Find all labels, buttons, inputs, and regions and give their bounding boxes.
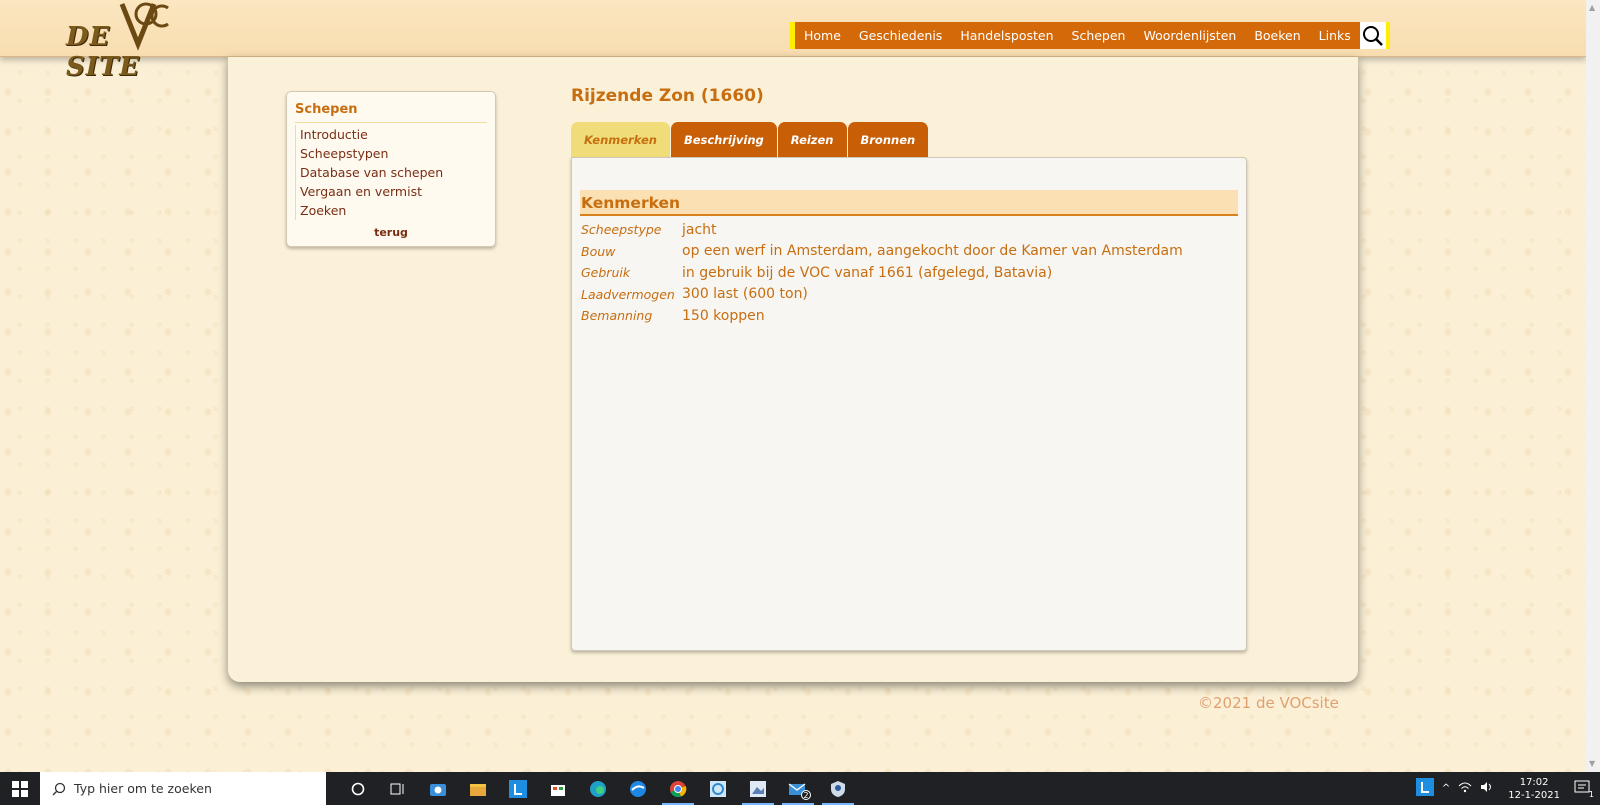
prop-row: Bemanning 150 koppen	[581, 305, 1183, 327]
logo-text: DESITE	[66, 22, 141, 82]
notification-center[interactable]: 1	[1574, 780, 1594, 799]
nav-geschiedenis[interactable]: Geschiedenis	[850, 22, 951, 49]
nav-boeken[interactable]: Boeken	[1245, 22, 1309, 49]
prop-label: Gebruik	[581, 265, 631, 281]
tab-beschrijving[interactable]: Beschrijving	[670, 122, 777, 157]
browser-icon	[630, 780, 646, 797]
copyright: ©2021 de VOCsite	[1198, 694, 1339, 712]
sidebar-item-database[interactable]: Database van schepen	[295, 163, 487, 182]
edge-icon	[590, 780, 606, 797]
internet-explorer-icon	[710, 780, 726, 797]
l-app-icon	[1415, 778, 1434, 796]
tab-kenmerken[interactable]: Kenmerken	[571, 122, 670, 157]
taskbar-search[interactable]: Typ hier om te zoeken	[40, 772, 326, 805]
taskbar-app-ie[interactable]	[698, 772, 738, 805]
volume-icon[interactable]	[1480, 781, 1494, 796]
prop-label: Bemanning	[581, 308, 653, 324]
windows-icon	[12, 780, 28, 797]
taskbar-clock[interactable]: 17:02 12-1-2021	[1508, 776, 1560, 802]
taskbar-app-photos[interactable]	[738, 772, 778, 805]
prop-row: Gebruik in gebruik bij de VOC vanaf 1661…	[581, 262, 1183, 284]
cortana-icon	[351, 782, 365, 795]
prop-label: Scheepstype	[581, 222, 662, 238]
task-view-button[interactable]	[378, 772, 418, 805]
mail-badge: 2	[801, 790, 811, 800]
taskbar-app-l[interactable]	[498, 772, 538, 805]
site-header: DESITE Home Geschiedenis Handelsposten S…	[0, 0, 1586, 82]
prop-row: Bouw op een werf in Amsterdam, aangekoch…	[581, 241, 1183, 263]
cortana-button[interactable]	[338, 772, 378, 805]
search-icon	[52, 782, 66, 795]
taskbar-app-browser[interactable]	[618, 772, 658, 805]
properties-list: Scheepstype jacht Bouw op een werf in Am…	[581, 219, 1183, 327]
main-content: Schepen Introductie Scheepstypen Databas…	[228, 57, 1358, 682]
taskbar-app-store[interactable]	[538, 772, 578, 805]
prop-value: in gebruik bij de VOC vanaf 1661 (afgele…	[682, 264, 1053, 281]
nav-handelsposten[interactable]: Handelsposten	[951, 22, 1062, 49]
sidebar-item-introductie[interactable]: Introductie	[295, 125, 487, 144]
clock-date: 12-1-2021	[1508, 789, 1560, 801]
page-title: Rijzende Zon (1660)	[571, 86, 764, 106]
wifi-icon[interactable]	[1458, 781, 1472, 796]
scroll-up-icon[interactable]: ▲	[1589, 4, 1597, 12]
sidebar-item-scheepstypen[interactable]: Scheepstypen	[295, 144, 487, 163]
task-view-icon	[390, 783, 404, 794]
tray-chevron-up-icon[interactable]: ^	[1442, 783, 1450, 794]
system-tray: ^ 17:02 12-1-2021 1	[1412, 772, 1600, 805]
sidebar: Schepen Introductie Scheepstypen Databas…	[286, 91, 496, 247]
notification-count: 1	[1588, 790, 1594, 799]
prop-value: 150 koppen	[682, 307, 765, 324]
prop-row: Laadvermogen 300 last (600 ton)	[581, 284, 1183, 306]
prop-value: jacht	[682, 221, 717, 238]
nav-woordenlijsten[interactable]: Woordenlijsten	[1134, 22, 1245, 49]
taskbar-app-mail[interactable]: 2	[778, 772, 818, 805]
prop-label: Laadvermogen	[581, 286, 675, 302]
section-heading: Kenmerken	[580, 190, 1238, 216]
sidebar-item-zoeken[interactable]: Zoeken	[295, 201, 487, 220]
taskbar-app-edge[interactable]	[578, 772, 618, 805]
store-icon	[551, 784, 565, 796]
prop-value: op een werf in Amsterdam, aangekocht doo…	[682, 243, 1183, 260]
photos-icon	[750, 780, 766, 797]
taskbar-search-placeholder: Typ hier om te zoeken	[74, 781, 212, 796]
camera-icon	[430, 783, 446, 796]
search-icon	[1362, 25, 1383, 46]
nav-home[interactable]: Home	[795, 22, 850, 49]
tab-bar: Kenmerken Beschrijving Reizen Bronnen	[571, 122, 929, 157]
clock-time: 17:02	[1519, 776, 1549, 788]
nav-links[interactable]: Links	[1310, 22, 1360, 49]
notification-icon	[1574, 780, 1590, 793]
prop-label: Bouw	[581, 243, 616, 259]
taskbar-app-security[interactable]	[818, 772, 858, 805]
search-button[interactable]	[1359, 22, 1390, 49]
shield-icon	[831, 780, 845, 797]
prop-value: 300 last (600 ton)	[682, 286, 808, 303]
tab-panel: Kenmerken Scheepstype jacht Bouw op een …	[571, 157, 1247, 651]
folder-icon	[470, 783, 486, 796]
scroll-down-icon[interactable]: ▼	[1589, 760, 1597, 768]
back-link[interactable]: terug	[295, 226, 487, 239]
taskbar-app-explorer[interactable]	[458, 772, 498, 805]
tray-l-app[interactable]	[1415, 778, 1434, 799]
sidebar-item-vergaan[interactable]: Vergaan en vermist	[295, 182, 487, 201]
tab-bronnen[interactable]: Bronnen	[847, 122, 929, 157]
tab-reizen[interactable]: Reizen	[777, 122, 847, 157]
taskbar-app-chrome[interactable]	[658, 772, 698, 805]
main-nav: Home Geschiedenis Handelsposten Schepen …	[790, 22, 1390, 49]
voc-site-logo[interactable]: DESITE	[66, 2, 211, 82]
start-button[interactable]	[0, 772, 40, 805]
prop-row: Scheepstype jacht	[581, 219, 1183, 241]
nav-schepen[interactable]: Schepen	[1063, 22, 1135, 49]
page-scrollbar[interactable]: ▲ ▼	[1586, 0, 1600, 772]
sidebar-title: Schepen	[295, 102, 487, 123]
chrome-icon	[670, 780, 687, 797]
windows-taskbar: Typ hier om te zoeken 2 ^ 17:02 12-1-202…	[0, 772, 1600, 805]
l-app-icon	[509, 779, 527, 798]
taskbar-app-camera[interactable]	[418, 772, 458, 805]
